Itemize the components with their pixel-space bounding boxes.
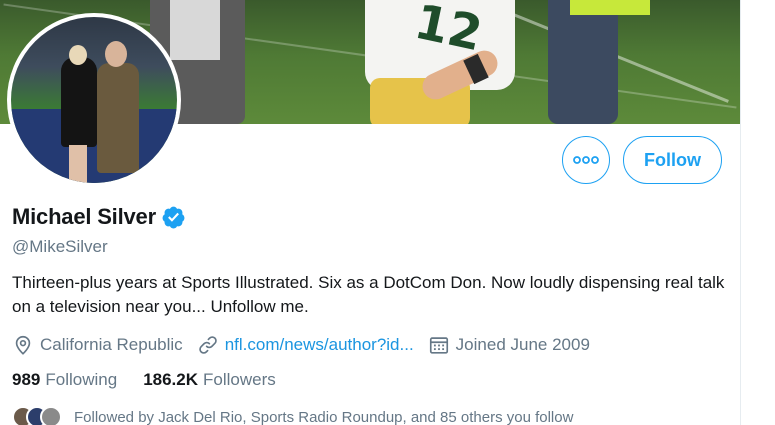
name-row: Michael Silver (12, 204, 186, 230)
profile-meta: California Republic nfl.com/news/author?… (12, 333, 604, 357)
joined-item: Joined June 2009 (428, 334, 590, 356)
followers-count: 186.2K (143, 370, 199, 389)
followers-label: Followers (203, 370, 276, 389)
followed-by-text: Followed by Jack Del Rio, Sports Radio R… (74, 408, 574, 425)
follow-counts: 989 Following 186.2K Followers (12, 368, 302, 392)
more-horizontal-icon (573, 156, 599, 164)
link-icon (198, 336, 217, 354)
website-link[interactable]: nfl.com/news/author?id... (225, 335, 414, 355)
following-count: 989 (12, 370, 41, 389)
more-options-button[interactable] (562, 136, 610, 184)
joined-date: Joined June 2009 (455, 335, 590, 354)
display-name: Michael Silver (12, 204, 156, 229)
followed-by-avatars (12, 406, 64, 425)
user-handle: @MikeSilver (12, 237, 108, 256)
verified-badge-icon (162, 206, 185, 228)
calendar-icon (429, 337, 448, 354)
profile-bio: Thirteen-plus years at Sports Illustrate… (12, 273, 725, 316)
following-label: Following (45, 370, 118, 389)
location-pin-icon (15, 335, 31, 355)
follow-button[interactable]: Follow (623, 136, 722, 184)
following-link[interactable]: 989 Following (12, 370, 117, 390)
website-item[interactable]: nfl.com/news/author?id... (197, 334, 414, 356)
avatar[interactable] (7, 13, 181, 187)
divider (740, 0, 741, 425)
location-item: California Republic (12, 334, 183, 356)
followed-by-row[interactable]: Followed by Jack Del Rio, Sports Radio R… (12, 405, 573, 425)
followers-link[interactable]: 186.2K Followers (143, 370, 276, 390)
location-text: California Republic (40, 335, 183, 354)
profile-card: 12 Follow Michael Silver @MikeSilver Thi… (0, 0, 740, 425)
avatar (40, 406, 62, 425)
avatar-image (11, 17, 177, 183)
